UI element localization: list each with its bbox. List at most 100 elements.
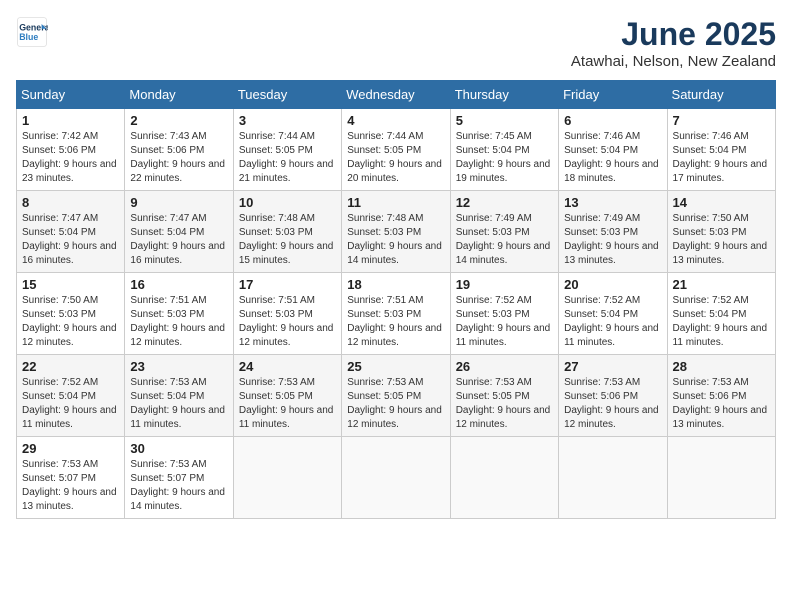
list-item: 8 Sunrise: 7:47 AMSunset: 5:04 PMDayligh… [17, 191, 125, 273]
calendar-table: Sunday Monday Tuesday Wednesday Thursday… [16, 80, 776, 519]
day-number: 25 [347, 359, 444, 374]
list-item: 11 Sunrise: 7:48 AMSunset: 5:03 PMDaylig… [342, 191, 450, 273]
day-number: 3 [239, 113, 336, 128]
day-number: 13 [564, 195, 661, 210]
list-item [559, 437, 667, 519]
day-info: Sunrise: 7:47 AMSunset: 5:04 PMDaylight:… [22, 212, 119, 268]
list-item: 13 Sunrise: 7:49 AMSunset: 5:03 PMDaylig… [559, 191, 667, 273]
list-item: 19 Sunrise: 7:52 AMSunset: 5:03 PMDaylig… [450, 273, 558, 355]
day-info: Sunrise: 7:44 AMSunset: 5:05 PMDaylight:… [239, 130, 336, 186]
list-item: 6 Sunrise: 7:46 AMSunset: 5:04 PMDayligh… [559, 109, 667, 191]
day-number: 1 [22, 113, 119, 128]
day-info: Sunrise: 7:48 AMSunset: 5:03 PMDaylight:… [239, 212, 336, 268]
list-item: 2 Sunrise: 7:43 AMSunset: 5:06 PMDayligh… [125, 109, 233, 191]
day-info: Sunrise: 7:51 AMSunset: 5:03 PMDaylight:… [130, 294, 227, 350]
day-number: 28 [673, 359, 770, 374]
day-number: 8 [22, 195, 119, 210]
list-item: 25 Sunrise: 7:53 AMSunset: 5:05 PMDaylig… [342, 355, 450, 437]
day-info: Sunrise: 7:50 AMSunset: 5:03 PMDaylight:… [673, 212, 770, 268]
table-row: 29 Sunrise: 7:53 AMSunset: 5:07 PMDaylig… [17, 437, 776, 519]
day-info: Sunrise: 7:44 AMSunset: 5:05 PMDaylight:… [347, 130, 444, 186]
month-title: June 2025 [571, 16, 776, 53]
day-info: Sunrise: 7:53 AMSunset: 5:04 PMDaylight:… [130, 376, 227, 432]
day-number: 4 [347, 113, 444, 128]
list-item: 18 Sunrise: 7:51 AMSunset: 5:03 PMDaylig… [342, 273, 450, 355]
day-number: 7 [673, 113, 770, 128]
list-item: 1 Sunrise: 7:42 AMSunset: 5:06 PMDayligh… [17, 109, 125, 191]
list-item: 29 Sunrise: 7:53 AMSunset: 5:07 PMDaylig… [17, 437, 125, 519]
day-info: Sunrise: 7:53 AMSunset: 5:07 PMDaylight:… [22, 458, 119, 514]
day-number: 24 [239, 359, 336, 374]
header: General Blue June 2025 Atawhai, Nelson, … [16, 16, 776, 70]
col-saturday: Saturday [667, 81, 775, 109]
list-item: 22 Sunrise: 7:52 AMSunset: 5:04 PMDaylig… [17, 355, 125, 437]
list-item: 3 Sunrise: 7:44 AMSunset: 5:05 PMDayligh… [233, 109, 341, 191]
day-number: 18 [347, 277, 444, 292]
day-number: 16 [130, 277, 227, 292]
table-row: 22 Sunrise: 7:52 AMSunset: 5:04 PMDaylig… [17, 355, 776, 437]
list-item: 12 Sunrise: 7:49 AMSunset: 5:03 PMDaylig… [450, 191, 558, 273]
day-info: Sunrise: 7:52 AMSunset: 5:04 PMDaylight:… [673, 294, 770, 350]
day-info: Sunrise: 7:52 AMSunset: 5:03 PMDaylight:… [456, 294, 553, 350]
day-number: 29 [22, 441, 119, 456]
list-item: 16 Sunrise: 7:51 AMSunset: 5:03 PMDaylig… [125, 273, 233, 355]
day-info: Sunrise: 7:50 AMSunset: 5:03 PMDaylight:… [22, 294, 119, 350]
list-item: 27 Sunrise: 7:53 AMSunset: 5:06 PMDaylig… [559, 355, 667, 437]
day-info: Sunrise: 7:52 AMSunset: 5:04 PMDaylight:… [22, 376, 119, 432]
list-item: 24 Sunrise: 7:53 AMSunset: 5:05 PMDaylig… [233, 355, 341, 437]
svg-text:Blue: Blue [19, 32, 38, 42]
day-info: Sunrise: 7:46 AMSunset: 5:04 PMDaylight:… [564, 130, 661, 186]
table-row: 1 Sunrise: 7:42 AMSunset: 5:06 PMDayligh… [17, 109, 776, 191]
day-number: 12 [456, 195, 553, 210]
day-number: 11 [347, 195, 444, 210]
table-row: 8 Sunrise: 7:47 AMSunset: 5:04 PMDayligh… [17, 191, 776, 273]
day-number: 27 [564, 359, 661, 374]
list-item: 14 Sunrise: 7:50 AMSunset: 5:03 PMDaylig… [667, 191, 775, 273]
list-item: 17 Sunrise: 7:51 AMSunset: 5:03 PMDaylig… [233, 273, 341, 355]
day-number: 2 [130, 113, 227, 128]
day-info: Sunrise: 7:42 AMSunset: 5:06 PMDaylight:… [22, 130, 119, 186]
day-number: 9 [130, 195, 227, 210]
day-info: Sunrise: 7:49 AMSunset: 5:03 PMDaylight:… [564, 212, 661, 268]
day-info: Sunrise: 7:53 AMSunset: 5:05 PMDaylight:… [347, 376, 444, 432]
day-info: Sunrise: 7:53 AMSunset: 5:06 PMDaylight:… [564, 376, 661, 432]
list-item: 7 Sunrise: 7:46 AMSunset: 5:04 PMDayligh… [667, 109, 775, 191]
list-item: 4 Sunrise: 7:44 AMSunset: 5:05 PMDayligh… [342, 109, 450, 191]
col-thursday: Thursday [450, 81, 558, 109]
day-number: 5 [456, 113, 553, 128]
day-number: 20 [564, 277, 661, 292]
list-item: 15 Sunrise: 7:50 AMSunset: 5:03 PMDaylig… [17, 273, 125, 355]
day-number: 10 [239, 195, 336, 210]
list-item: 26 Sunrise: 7:53 AMSunset: 5:05 PMDaylig… [450, 355, 558, 437]
title-area: June 2025 Atawhai, Nelson, New Zealand [571, 16, 776, 70]
day-info: Sunrise: 7:53 AMSunset: 5:05 PMDaylight:… [456, 376, 553, 432]
day-number: 22 [22, 359, 119, 374]
day-info: Sunrise: 7:51 AMSunset: 5:03 PMDaylight:… [347, 294, 444, 350]
day-number: 15 [22, 277, 119, 292]
location-title: Atawhai, Nelson, New Zealand [571, 53, 776, 70]
list-item: 5 Sunrise: 7:45 AMSunset: 5:04 PMDayligh… [450, 109, 558, 191]
col-wednesday: Wednesday [342, 81, 450, 109]
day-number: 23 [130, 359, 227, 374]
list-item: 28 Sunrise: 7:53 AMSunset: 5:06 PMDaylig… [667, 355, 775, 437]
day-info: Sunrise: 7:51 AMSunset: 5:03 PMDaylight:… [239, 294, 336, 350]
day-number: 26 [456, 359, 553, 374]
list-item: 30 Sunrise: 7:53 AMSunset: 5:07 PMDaylig… [125, 437, 233, 519]
col-friday: Friday [559, 81, 667, 109]
logo-icon: General Blue [16, 16, 48, 48]
col-sunday: Sunday [17, 81, 125, 109]
list-item [233, 437, 341, 519]
list-item: 23 Sunrise: 7:53 AMSunset: 5:04 PMDaylig… [125, 355, 233, 437]
day-number: 30 [130, 441, 227, 456]
day-number: 21 [673, 277, 770, 292]
day-info: Sunrise: 7:45 AMSunset: 5:04 PMDaylight:… [456, 130, 553, 186]
day-info: Sunrise: 7:46 AMSunset: 5:04 PMDaylight:… [673, 130, 770, 186]
page-container: General Blue June 2025 Atawhai, Nelson, … [16, 16, 776, 519]
table-row: 15 Sunrise: 7:50 AMSunset: 5:03 PMDaylig… [17, 273, 776, 355]
day-info: Sunrise: 7:52 AMSunset: 5:04 PMDaylight:… [564, 294, 661, 350]
day-info: Sunrise: 7:53 AMSunset: 5:07 PMDaylight:… [130, 458, 227, 514]
day-number: 14 [673, 195, 770, 210]
list-item: 21 Sunrise: 7:52 AMSunset: 5:04 PMDaylig… [667, 273, 775, 355]
day-info: Sunrise: 7:48 AMSunset: 5:03 PMDaylight:… [347, 212, 444, 268]
day-info: Sunrise: 7:49 AMSunset: 5:03 PMDaylight:… [456, 212, 553, 268]
